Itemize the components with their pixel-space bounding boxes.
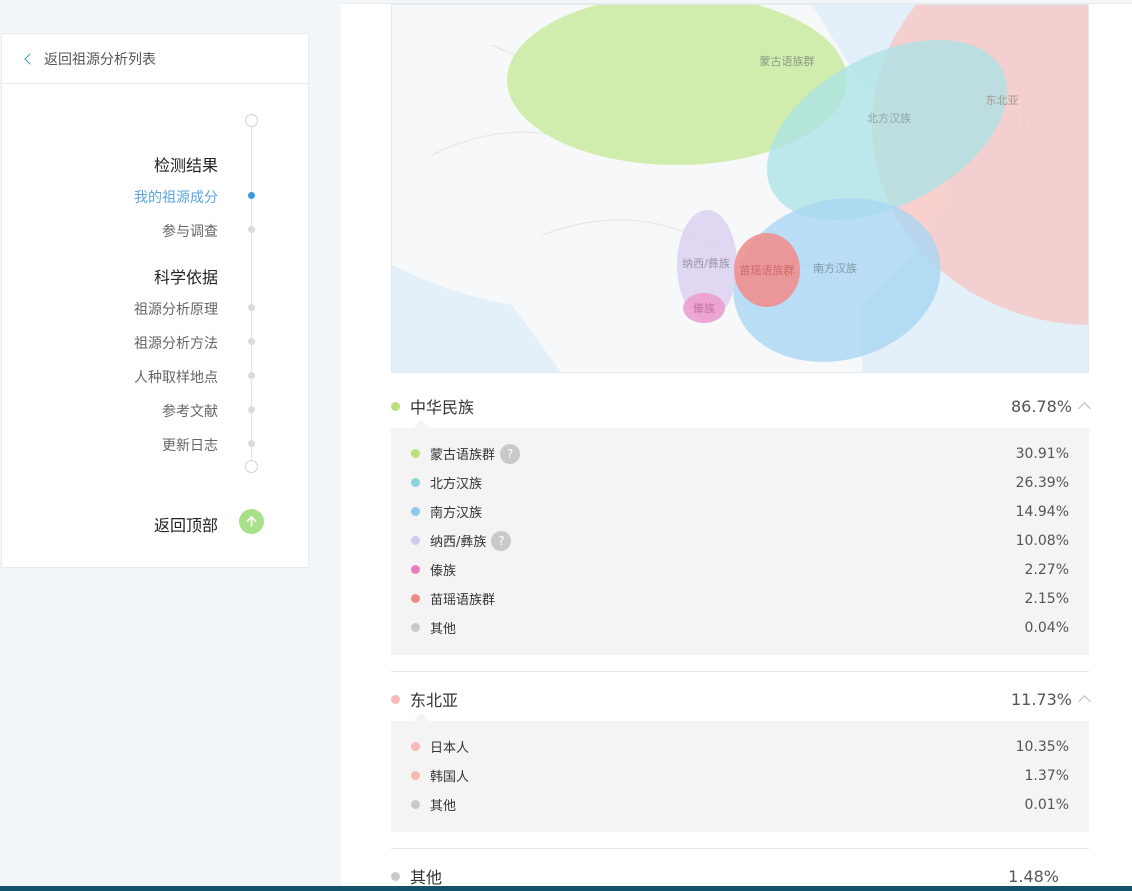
row-percent: 10.08% (1015, 532, 1069, 549)
row-percent: 1.37% (1024, 767, 1069, 784)
row-percent: 2.27% (1024, 561, 1069, 578)
row-percent: 10.35% (1015, 738, 1069, 755)
row-color-dot (411, 771, 420, 780)
chevron-up-icon[interactable] (1078, 402, 1091, 415)
map-label: 南方汉族 (813, 261, 857, 275)
group-divider (391, 848, 1089, 849)
group-color-dot (391, 694, 400, 704)
row-name: 其他 (430, 622, 457, 637)
row-percent: 30.91% (1015, 445, 1069, 462)
help-icon[interactable]: ? (500, 443, 521, 464)
row-name: 苗瑶语族群 (430, 593, 496, 608)
list-item: 纳西/彝族? 10.08% (391, 526, 1089, 555)
map-label: 苗瑶语族群 (740, 263, 795, 277)
chevron-left-icon (24, 52, 36, 65)
list-item: 南方汉族 14.94% (391, 497, 1089, 526)
back-to-list-link[interactable]: 返回祖源分析列表 (2, 34, 308, 84)
back-to-top-button[interactable] (239, 509, 264, 534)
row-color-dot (411, 449, 420, 458)
section-heading-science: 科学依据 (153, 268, 218, 287)
nav-dot (248, 226, 255, 233)
list-item: 其他 0.04% (391, 613, 1089, 642)
nav-dot (248, 372, 255, 379)
map-label: 纳西/彝族 (682, 256, 730, 270)
row-name: 北方汉族 (430, 477, 483, 492)
group-color-dot (391, 871, 400, 881)
row-name: 南方汉族 (430, 506, 483, 521)
nav-dot (248, 338, 255, 345)
ancestry-map[interactable]: 蒙古语族群 北方汉族 东北亚 南方汉族 纳西/彝族 苗瑶语族群 傣族 (391, 4, 1089, 373)
row-color-dot (411, 800, 420, 809)
sidebar-nav: 返回祖源分析列表 检测结果 我的祖源成分 参与调查 科学依据 祖源分析原理 祖源… (1, 33, 309, 568)
map-svg: 蒙古语族群 北方汉族 东北亚 南方汉族 纳西/彝族 苗瑶语族群 傣族 (392, 5, 1088, 372)
row-color-dot (411, 507, 420, 516)
group-percent: 1.48% (1008, 866, 1059, 886)
nav-item-sampling-locations[interactable]: 人种取样地点 (134, 367, 218, 387)
row-color-dot (411, 742, 420, 751)
row-color-dot (411, 594, 420, 603)
nav-dot (248, 304, 255, 311)
group-header-chinese[interactable]: 中华民族 86.78% (391, 388, 1091, 424)
list-item: 傣族 2.27% (391, 555, 1089, 584)
list-item: 日本人 10.35% (391, 732, 1089, 761)
help-icon[interactable]: ? (491, 530, 512, 551)
nav-item-my-ancestry[interactable]: 我的祖源成分 (134, 187, 218, 207)
row-percent: 26.39% (1015, 474, 1069, 491)
group-body-chinese: 蒙古语族群? 30.91% 北方汉族 26.39% 南方汉族 14.94% 纳西… (391, 420, 1089, 655)
row-name: 蒙古语族群 (430, 448, 496, 463)
row-color-dot (411, 565, 420, 574)
nav-item-method[interactable]: 祖源分析方法 (134, 333, 218, 353)
sea-area (392, 265, 561, 372)
nav-dot (248, 440, 255, 447)
row-name: 韩国人 (430, 770, 470, 785)
map-label: 傣族 (693, 301, 715, 315)
list-item: 苗瑶语族群 2.15% (391, 584, 1089, 613)
bottom-bar (0, 886, 1132, 891)
row-percent: 14.94% (1015, 503, 1069, 520)
section-heading-results: 检测结果 (153, 156, 218, 175)
row-color-dot (411, 536, 420, 545)
list-item: 韩国人 1.37% (391, 761, 1089, 790)
group-body-northeast-asia: 日本人 10.35% 韩国人 1.37% 其他 0.01% (391, 713, 1089, 832)
row-percent: 0.01% (1024, 796, 1069, 813)
map-label: 东北亚 (986, 94, 1019, 107)
row-percent: 2.15% (1024, 590, 1069, 607)
list-item: 其他 0.01% (391, 790, 1089, 819)
back-to-top-link[interactable]: 返回顶部 (154, 512, 218, 536)
group-percent: 11.73% (1010, 689, 1072, 709)
group-name: 东北亚 (410, 691, 459, 710)
nav-item-references[interactable]: 参考文献 (162, 401, 218, 421)
group-name: 其他 (410, 868, 443, 887)
arrow-up-icon (246, 516, 257, 527)
nav-dot-active (248, 192, 255, 199)
row-name: 其他 (430, 799, 457, 814)
group-divider (391, 671, 1089, 672)
timeline-end-ring (245, 460, 258, 473)
back-to-list-label: 返回祖源分析列表 (44, 51, 156, 68)
list-item: 北方汉族 26.39% (391, 468, 1089, 497)
row-name: 傣族 (430, 564, 457, 579)
map-label: 蒙古语族群 (760, 54, 815, 68)
row-name: 日本人 (430, 741, 470, 756)
row-percent: 0.04% (1024, 619, 1069, 636)
nav-item-changelog[interactable]: 更新日志 (162, 435, 218, 455)
map-label: 北方汉族 (867, 111, 911, 125)
nav-dot (248, 406, 255, 413)
group-header-northeast-asia[interactable]: 东北亚 11.73% (391, 681, 1091, 717)
group-color-dot (391, 401, 400, 411)
list-item: 蒙古语族群? 30.91% (391, 439, 1089, 468)
group-name: 中华民族 (410, 398, 475, 417)
group-percent: 86.78% (1010, 396, 1072, 416)
main-panel: 蒙古语族群 北方汉族 东北亚 南方汉族 纳西/彝族 苗瑶语族群 傣族 中华民族 … (341, 3, 1132, 887)
nav-item-survey[interactable]: 参与调查 (162, 221, 218, 241)
row-color-dot (411, 478, 420, 487)
row-color-dot (411, 623, 420, 632)
row-name: 纳西/彝族 (430, 535, 487, 550)
nav-timeline-track (251, 121, 252, 466)
chevron-up-icon[interactable] (1078, 695, 1091, 708)
nav-item-principle[interactable]: 祖源分析原理 (134, 299, 218, 319)
timeline-start-ring (245, 114, 258, 127)
